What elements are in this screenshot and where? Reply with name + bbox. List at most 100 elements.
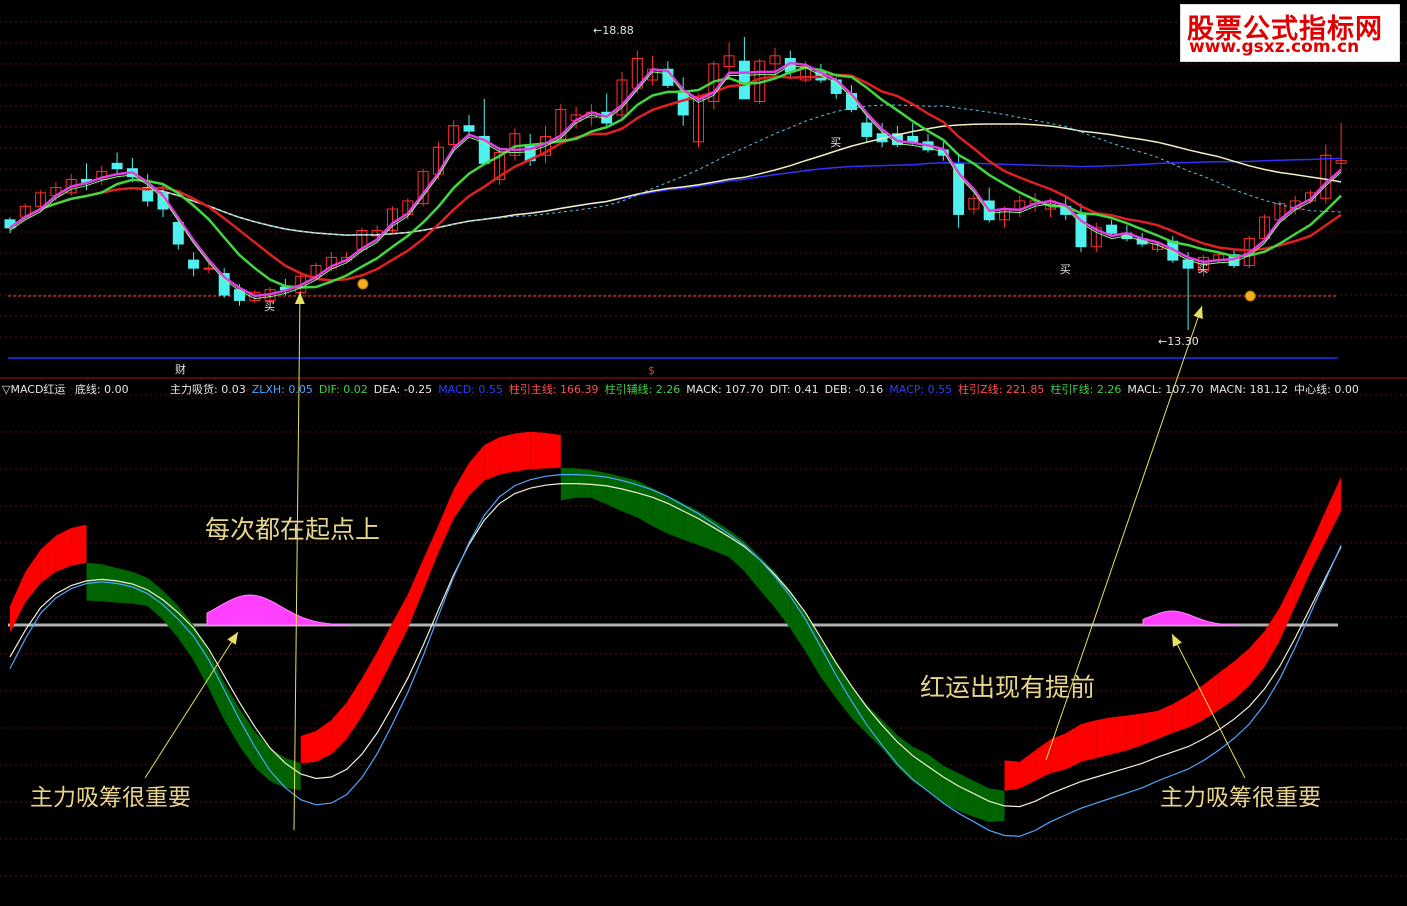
- indicator-value-7: MACK: 107.70: [686, 383, 764, 396]
- macd-band-segment: [1295, 544, 1311, 606]
- ma-green-line: [9, 66, 1342, 289]
- macd-band-segment: [331, 702, 347, 755]
- high-price-label: ←18.88: [593, 24, 634, 37]
- macd-band-segment: [514, 431, 531, 472]
- macd-band-segment: [820, 640, 837, 699]
- macd-band-segment: [346, 678, 362, 739]
- macd-band-segment: [1157, 704, 1173, 739]
- macd-band-segment: [361, 651, 378, 717]
- macd-band-segment: [1019, 750, 1036, 789]
- macd-band-segment: [10, 571, 26, 633]
- macd-band-segment: [836, 663, 852, 718]
- buy-marker: 买: [830, 136, 841, 149]
- macd-band-segment: [40, 535, 56, 584]
- macd-band-segment: [1310, 510, 1326, 572]
- macd-band-segment: [499, 433, 515, 475]
- ma-red-line: [9, 73, 1342, 282]
- indicator-value-13: MACL: 107.70: [1127, 383, 1204, 396]
- macd-band-segment: [652, 488, 668, 534]
- macd-band-segment: [1234, 648, 1250, 700]
- arrow-to-start-right-head: [1193, 306, 1203, 319]
- indicator-title: ▽MACD红运: [2, 383, 66, 396]
- candle-body: [738, 60, 750, 100]
- candle-body: [861, 122, 873, 137]
- macd-band-segment: [55, 528, 72, 572]
- candle-body: [203, 267, 215, 270]
- watermark-logo: 股票公式指标网 www.gsxz.com.cn: [1180, 4, 1400, 62]
- indicator-panel: [9, 431, 1342, 837]
- macd-band-segment: [453, 463, 469, 519]
- signal-dot: [357, 278, 369, 290]
- macd-band-segment: [973, 780, 990, 822]
- arrow-to-bump-left-head: [227, 632, 238, 645]
- candle-body: [1106, 224, 1118, 234]
- indicator-value-0: 主力吸货: 0.03: [170, 383, 246, 396]
- macd-band-segment: [1065, 724, 1081, 770]
- arrow-to-start-left-head: [294, 292, 305, 305]
- arrow-to-bump-right-head: [1172, 634, 1182, 647]
- macd-band-segment: [254, 731, 271, 782]
- macd-band-segment: [667, 495, 684, 540]
- watermark-url: www.gsxz.com.cn: [1189, 37, 1360, 57]
- candle-body: [907, 135, 919, 143]
- macd-band-segment: [1325, 476, 1342, 542]
- base-line-label: 底线: 0.00: [74, 383, 129, 396]
- price-panel: 买买买 买财 $: [4, 36, 1347, 377]
- macd-band-segment: [1096, 717, 1112, 758]
- macd-band-segment: [377, 622, 393, 690]
- macd-band-segment: [759, 556, 775, 608]
- macd-band-segment: [1081, 720, 1097, 762]
- annotation-middle-right: 红运出现有提前: [920, 673, 1096, 702]
- grid-lines: [0, 21, 1407, 877]
- macd-band-segment: [423, 525, 439, 591]
- annotation-top-left: 每次都在起点上: [205, 515, 381, 544]
- macd-band-segment: [1218, 661, 1234, 711]
- macd-band-segment: [1172, 695, 1189, 733]
- buy-marker: 买: [1197, 262, 1208, 275]
- indicator-values: 主力吸货: 0.03 ZLXH: 0.05 DIF: 0.02 DEA: -0.25 M…: [170, 381, 1365, 396]
- indicator-value-9: DEB: -0.16: [824, 383, 884, 396]
- buy-marker: 买: [264, 300, 275, 313]
- macd-band-segment: [1126, 713, 1143, 751]
- macd-band-segment: [851, 685, 867, 734]
- candle-body: [463, 125, 475, 132]
- candle-body: [234, 289, 245, 301]
- macd-band-segment: [1142, 710, 1158, 746]
- indicator-value-4: MACD: 0.55: [438, 383, 503, 396]
- macd-band-segment: [316, 720, 332, 762]
- indicator-value-8: DIT: 0.41: [769, 383, 819, 396]
- indicator-value-5: 柱引主线: 166.39: [508, 383, 599, 396]
- indicator-value-15: 中心线: 0.00: [1294, 383, 1359, 396]
- indicator-value-3: DEA: -0.25: [373, 383, 433, 396]
- indicator-title-group: ▽MACD红运 底线: 0.00: [2, 381, 135, 396]
- indicator-value-14: MACN: 181.12: [1209, 383, 1289, 396]
- annotation-bottom-right: 主力吸筹很重要: [1160, 785, 1321, 811]
- accumulation-bump-left: [206, 594, 351, 626]
- buy-marker: 买: [1060, 263, 1071, 276]
- macd-band-segment: [698, 511, 714, 551]
- macd-band-segment: [163, 590, 179, 639]
- indicator-value-11: 柱引Z线: 221.85: [958, 383, 1045, 396]
- annotation-bottom-left: 主力吸筹很重要: [30, 785, 191, 811]
- macd-band-segment: [1203, 672, 1219, 720]
- macd-band-segment: [576, 468, 592, 498]
- macd-band-segment: [300, 730, 316, 764]
- macd-band-segment: [407, 559, 424, 629]
- macd-band-segment: [897, 735, 913, 782]
- macd-band-segment: [530, 431, 546, 470]
- macd-band-segment: [239, 708, 255, 768]
- indicator-value-2: DIF: 0.02: [318, 383, 368, 396]
- macd-band-segment: [71, 524, 87, 566]
- candle-body: [188, 259, 200, 269]
- macd-band-segment: [285, 758, 301, 791]
- ma-dashed-line: [9, 104, 1342, 236]
- signal-dot: [1244, 290, 1256, 302]
- macd-band-segment: [484, 437, 500, 481]
- accumulation-bump-right: [1142, 610, 1241, 626]
- chart-canvas: 买买买 买财 $ ←18.88 ←13.30: [0, 21, 1407, 877]
- macd-band-segment: [469, 445, 485, 496]
- macd-band-segment: [1111, 715, 1127, 755]
- low-price-label: ←13.30: [1158, 335, 1199, 348]
- macd-band-segment: [25, 549, 41, 603]
- macd-band-segment: [1004, 760, 1020, 791]
